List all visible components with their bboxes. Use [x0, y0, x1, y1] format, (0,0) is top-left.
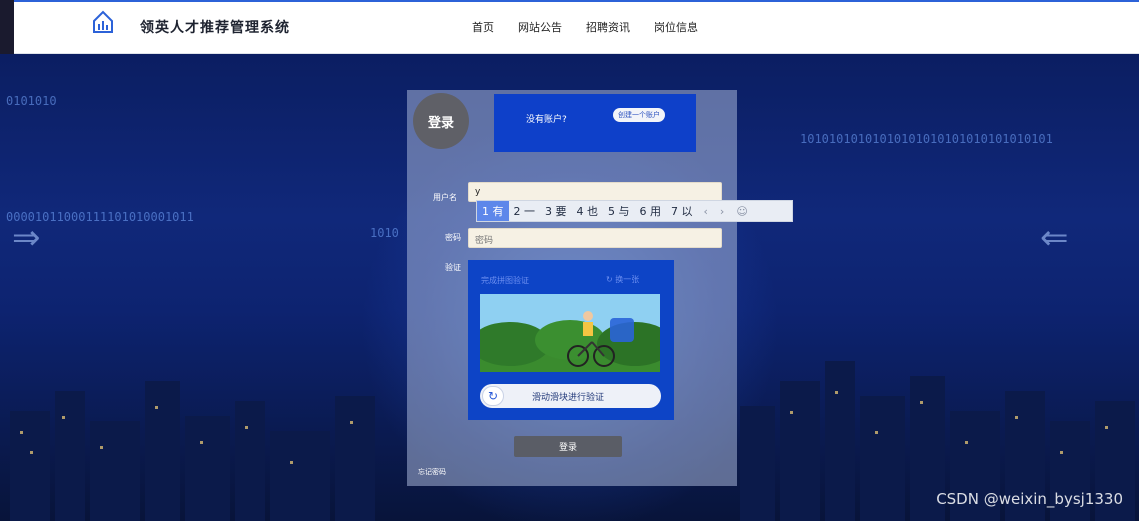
ime-candidate-2[interactable]: 2 一 [509, 203, 541, 219]
username-label: 用户名 [433, 193, 457, 202]
captcha-label: 验证 [445, 263, 461, 272]
nav-recruitment-news[interactable]: 招聘资讯 [586, 19, 630, 35]
binary-decor-mid: 1010 [370, 226, 399, 240]
arrow-left-decor-icon: ⇐ [1040, 218, 1069, 258]
captcha-slider-handle-icon[interactable]: ↻ [482, 386, 504, 406]
password-label: 密码 [445, 233, 461, 242]
login-submit-button[interactable]: 登录 [514, 436, 622, 457]
nav-announcements[interactable]: 网站公告 [518, 19, 562, 35]
ime-candidate-1[interactable]: 1 有 [477, 201, 509, 221]
captcha-refresh-button[interactable]: ↻ 换一张 [606, 274, 639, 285]
ime-candidate-bar: 1 有 2 一 3 要 4 也 5 与 6 用 7 以 ‹ › ☺ [476, 200, 793, 222]
no-account-text: 没有账户? [526, 115, 567, 125]
ime-candidate-3[interactable]: 3 要 [540, 203, 572, 219]
site-title: 领英人才推荐管理系统 [140, 20, 290, 36]
binary-decor-right: 10101010101010101010101010101010101 [800, 132, 1053, 146]
create-account-button[interactable]: 创建一个账户 [613, 108, 665, 122]
building-logo-icon [93, 10, 113, 33]
csdn-watermark: CSDN @weixin_bysj1330 [936, 490, 1123, 508]
top-header: 领英人才推荐管理系统 首页 网站公告 招聘资讯 岗位信息 [0, 0, 1139, 54]
password-input[interactable]: 密码 [468, 228, 722, 248]
ime-candidate-7[interactable]: 7 以 [666, 203, 698, 219]
header-left-edge [0, 0, 14, 54]
main-nav: 首页 网站公告 招聘资讯 岗位信息 [472, 19, 722, 35]
ime-candidate-5[interactable]: 5 与 [603, 203, 635, 219]
username-input[interactable]: y [468, 182, 722, 202]
ime-candidate-6[interactable]: 6 用 [635, 203, 667, 219]
captcha-title: 完成拼图验证 [481, 276, 529, 285]
nav-job-info[interactable]: 岗位信息 [654, 19, 698, 35]
ime-prev-icon[interactable]: ‹ [698, 205, 714, 218]
captcha-puzzle-image [480, 294, 660, 372]
ime-candidate-4[interactable]: 4 也 [572, 203, 604, 219]
login-badge: 登录 [413, 93, 469, 149]
captcha-refresh-label: 换一张 [615, 275, 640, 284]
signup-panel [494, 94, 696, 152]
ime-emoji-icon[interactable]: ☺ [730, 205, 753, 218]
header-accent-line [0, 0, 1139, 2]
slider-instruction: 滑动滑块进行验证 [532, 393, 605, 403]
ime-next-icon[interactable]: › [714, 205, 730, 218]
binary-decor-top-left: 0101010 [6, 94, 57, 108]
nav-home[interactable]: 首页 [472, 19, 494, 35]
arrow-right-decor-icon: ⇒ [12, 218, 41, 258]
forgot-password-link[interactable]: 忘记密码 [418, 467, 446, 477]
